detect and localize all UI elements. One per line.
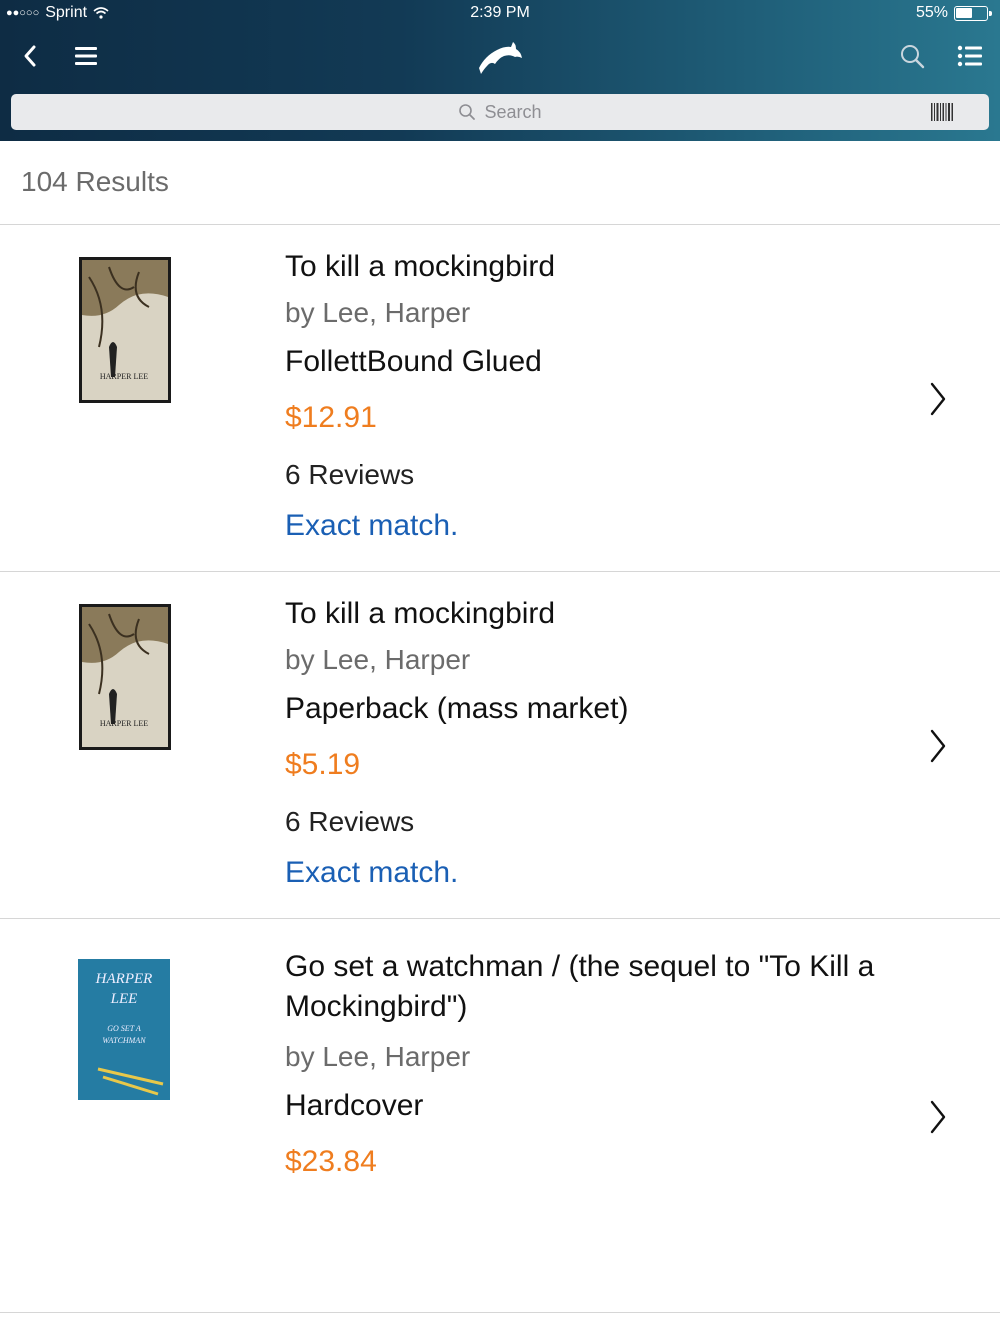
list-view-button[interactable] [950,36,990,76]
item-author: by Lee, Harper [285,297,471,328]
battery-level-fill [956,7,972,18]
battery-status: 55% [915,4,992,22]
item-reviews[interactable]: 6 Reviews [285,459,414,491]
item-format: FollettBound Glued [285,345,542,378]
search-button[interactable] [892,36,932,76]
result-item[interactable]: HARPER LEE To kill a mockingbird by Lee,… [0,225,1000,571]
search-icon [901,45,925,69]
item-format: Hardcover [285,1089,424,1122]
svg-text:HARPER LEE: HARPER LEE [100,719,148,728]
item-price: $23.84 [285,1145,377,1178]
svg-text:HARPER LEE: HARPER LEE [100,372,148,381]
item-format: Paperback (mass market) [285,692,629,725]
back-button[interactable] [10,36,50,76]
search-icon [459,104,476,120]
svg-text:WATCHMAN: WATCHMAN [102,1036,146,1045]
item-title[interactable]: To kill a mockingbird [285,247,925,287]
book-cover-image: HARPER LEE GO SET A WATCHMAN [78,959,170,1100]
item-price: $5.19 [285,748,361,781]
search-input[interactable]: Search [11,94,989,130]
chevron-right-icon[interactable] [924,380,950,418]
item-title[interactable]: To kill a mockingbird [285,594,925,634]
app-header: ●●○○○ Sprint 2:39 PM 55% Search [0,0,1000,141]
svg-text:GO SET A: GO SET A [107,1024,141,1033]
chevron-right-icon[interactable] [924,1098,950,1136]
list-icon [957,45,982,67]
results-count: 104 Results [21,166,169,197]
nav-bar [0,28,1000,84]
dolphin-logo-icon[interactable] [475,34,525,78]
item-author: by Lee, Harper [285,644,471,675]
barcode-icon[interactable] [931,103,953,121]
item-match-label: Exact match. [285,509,459,542]
divider [0,1312,1000,1313]
search-placeholder-group: Search [458,101,542,123]
battery-percent: 55% [915,4,948,21]
svg-text:LEE: LEE [110,991,138,1007]
menu-button[interactable] [66,36,106,76]
chevron-right-icon[interactable] [924,727,950,765]
item-match-label: Exact match. [285,856,459,889]
search-placeholder: Search [484,101,542,122]
item-title[interactable]: Go set a watchman / (the sequel to "To K… [285,947,925,1027]
svg-text:HARPER: HARPER [95,971,153,987]
item-reviews[interactable]: 6 Reviews [285,806,414,838]
result-item[interactable]: HARPER LEE GO SET A WATCHMAN Go set a wa… [0,919,1000,1312]
status-bar: ●●○○○ Sprint 2:39 PM 55% [0,0,1000,28]
item-author: by Lee, Harper [285,1041,471,1072]
book-cover-image: HARPER LEE [79,604,171,750]
hamburger-icon [75,47,97,65]
clock: 2:39 PM [470,4,530,21]
result-item[interactable]: HARPER LEE To kill a mockingbird by Lee,… [0,572,1000,918]
book-cover-image: HARPER LEE [79,257,171,403]
battery-icon [954,5,992,21]
chevron-left-icon [24,45,36,67]
item-price: $12.91 [285,401,377,434]
